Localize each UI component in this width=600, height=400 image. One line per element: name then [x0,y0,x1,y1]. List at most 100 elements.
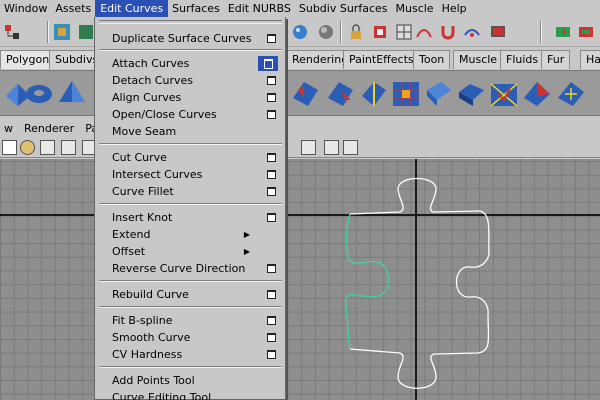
menu-edit-nurbs[interactable]: Edit NURBS [224,0,295,17]
submenu-arrow-icon: ▶ [243,230,250,239]
poly-pyramid-icon[interactable] [56,76,88,110]
poly-wedge-icon[interactable] [521,76,553,110]
ipr-render-icon[interactable] [576,22,596,42]
main-menu-bar: Window Assets Edit Curves Surfaces Edit … [0,0,600,17]
menu-separator [99,49,282,51]
menu-help[interactable]: Help [438,0,471,17]
poly-grid-icon[interactable] [390,76,422,110]
camera-icon[interactable] [2,140,17,155]
snap-curve-icon[interactable] [414,22,434,42]
menu-item-label: Reverse Curve Direction [112,262,246,275]
option-box-icon[interactable] [267,333,276,342]
tab-fur[interactable]: Fur [541,50,571,69]
edit-curves-menu: Duplicate Surface Curves Attach Curves D… [94,17,286,400]
puzzle-curve-unselected[interactable] [349,177,490,389]
render-view-icon[interactable] [553,22,573,42]
menu-item-insert-knot[interactable]: Insert Knot [95,209,285,226]
menu-assets[interactable]: Assets [51,0,95,17]
menu-subdiv-surfaces[interactable]: Subdiv Surfaces [295,0,392,17]
menu-item-curve-fillet[interactable]: Curve Fillet [95,183,285,200]
light-icon[interactable] [20,140,35,155]
menu-item-label: Insert Knot [112,211,173,224]
menu-item-label: Align Curves [112,91,182,104]
menu-item-label: Add Points Tool [112,374,195,387]
option-box-icon[interactable] [267,264,276,273]
menu-window[interactable]: Window [0,0,51,17]
tab-fluids[interactable]: Fluids [500,50,545,69]
menu-muscle[interactable]: Muscle [392,0,438,17]
panel-menu-renderer[interactable]: Renderer [20,122,81,135]
shelf-icons [0,70,600,116]
poly-extrude-icon[interactable] [290,76,322,110]
menu-item-curve-editing-tool[interactable]: Curve Editing Tool [95,389,285,400]
snap-surface-icon[interactable] [462,22,482,42]
magnet-icon[interactable] [438,22,458,42]
menu-item-label: Extend [112,228,151,241]
menu-item-add-points-tool[interactable]: Add Points Tool [95,372,285,389]
menu-item-align-curves[interactable]: Align Curves [95,89,285,106]
menu-item-label: Open/Close Curves [112,108,217,121]
menu-item-extend[interactable]: Extend ▶ [95,226,285,243]
menu-item-rebuild-curve[interactable]: Rebuild Curve [95,286,285,303]
option-box-icon[interactable] [267,170,276,179]
poly-append-icon[interactable] [456,76,488,110]
menu-item-label: Smooth Curve [112,331,191,344]
menu-item-cv-hardness[interactable]: CV Hardness [95,346,285,363]
xray-icon[interactable] [301,140,316,155]
menu-item-intersect-curves[interactable]: Intersect Curves [95,166,285,183]
menu-item-detach-curves[interactable]: Detach Curves [95,72,285,89]
poly-select-icon[interactable] [325,76,357,110]
option-box-icon[interactable] [267,187,276,196]
option-box-icon[interactable] [258,56,278,71]
menu-surfaces[interactable]: Surfaces [168,0,224,17]
poly-torus-icon[interactable] [23,76,55,110]
menu-item-label: Offset [112,245,146,258]
tab-painteffects[interactable]: PaintEffects [343,50,420,69]
grid-toggle-icon[interactable] [40,140,55,155]
option-box-icon[interactable] [267,93,276,102]
render-icon[interactable] [488,22,508,42]
select-component-icon[interactable] [76,22,96,42]
panel-menu-show[interactable]: w [0,122,20,135]
menu-item-duplicate-surface-curves[interactable]: Duplicate Surface Curves [95,30,285,47]
tab-muscle[interactable]: Muscle [453,50,504,69]
construction-history-icon[interactable] [370,22,390,42]
option-box-icon[interactable] [267,34,276,43]
menu-item-move-seam[interactable]: Move Seam [95,123,285,140]
select-object-icon[interactable] [52,22,72,42]
option-box-icon[interactable] [267,213,276,222]
option-box-icon[interactable] [267,316,276,325]
snap-grid-icon[interactable] [394,22,414,42]
option-box-icon[interactable] [267,153,276,162]
menu-item-smooth-curve[interactable]: Smooth Curve [95,329,285,346]
isolate-icon[interactable] [324,140,339,155]
poly-split-icon[interactable] [358,76,390,110]
option-box-icon[interactable] [267,110,276,119]
menu-item-offset[interactable]: Offset ▶ [95,243,285,260]
poly-merge-icon[interactable] [488,76,520,110]
menu-item-open-close-curves[interactable]: Open/Close Curves [95,106,285,123]
snap-to-curve-icon[interactable] [290,22,310,42]
menu-separator [99,143,282,145]
menu-tear-off-handle[interactable] [99,20,282,24]
menu-item-cut-curve[interactable]: Cut Curve [95,149,285,166]
menu-item-reverse-curve-direction[interactable]: Reverse Curve Direction [95,260,285,277]
menu-edit-curves[interactable]: Edit Curves [95,0,169,17]
wireframe-icon[interactable] [61,140,76,155]
lock-icon[interactable] [346,22,366,42]
poly-bevel-icon[interactable] [423,76,455,110]
viewport-top[interactable] [0,159,600,400]
option-box-icon[interactable] [267,350,276,359]
option-box-icon[interactable] [267,76,276,85]
option-box-icon[interactable] [267,290,276,299]
shelf-tabs: Polygons Subdivs Rendering PaintEffects … [0,48,600,70]
sphere-icon[interactable] [316,22,336,42]
select-by-hierarchy-icon[interactable] [2,22,22,42]
tab-hair[interactable]: Ha [580,50,600,69]
menu-item-attach-curves[interactable]: Attach Curves [95,55,285,72]
menu-item-fit-b-spline[interactable]: Fit B-spline [95,312,285,329]
tab-toon[interactable]: Toon [413,50,451,69]
resolution-gate-icon[interactable] [343,140,358,155]
poly-smooth-icon[interactable] [555,76,587,110]
puzzle-curve-selected[interactable] [345,213,390,350]
